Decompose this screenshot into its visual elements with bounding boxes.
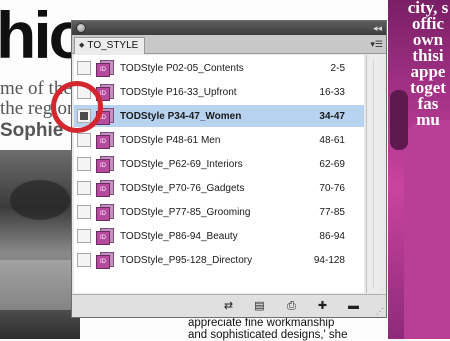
indesign-document-icon: ID	[96, 179, 116, 197]
scrollbar[interactable]	[366, 55, 380, 293]
body-copy: appreciate fine workmanship and sophisti…	[188, 317, 348, 341]
document-name: TODStyle_P62-69_Interiors	[120, 158, 243, 170]
visibility-checkbox[interactable]	[77, 157, 91, 171]
portrait-photo	[0, 150, 80, 339]
list-item[interactable]: ID TODStyle P02-05_Contents 2-5	[74, 57, 364, 79]
remove-document-icon[interactable]: ▬	[347, 300, 360, 313]
document-name: TODStyle_P77-85_Grooming	[120, 206, 251, 218]
visibility-checkbox[interactable]	[77, 253, 91, 267]
document-name: TODStyle P16-33_Upfront	[120, 86, 237, 98]
page-range: 77-85	[319, 206, 345, 218]
list-item[interactable]: ID TODStyle_P86-94_Beauty 86-94	[74, 225, 364, 247]
indesign-document-icon: ID	[96, 59, 116, 77]
tab-to-style[interactable]: ◆ TO_STYLE	[74, 37, 146, 54]
close-circle-icon[interactable]	[76, 23, 86, 33]
tab-strip: ◆ TO_STYLE ▾☰	[72, 35, 386, 54]
page-range: 34-47	[319, 110, 345, 122]
visibility-checkbox[interactable]	[77, 181, 91, 195]
tab-label: TO_STYLE	[87, 40, 139, 51]
page-range: 16-33	[319, 86, 345, 98]
page-range: 2-5	[330, 62, 345, 74]
red-annotation-circle	[51, 81, 103, 133]
add-document-icon[interactable]: ✚	[316, 300, 329, 313]
list-item[interactable]: ID TODStyle P16-33_Upfront 16-33	[74, 81, 364, 103]
panel-bottom-bar: ⇄ ▤ ⎙ ✚ ▬ ⋰	[72, 294, 386, 317]
book-panel: ◂◂ ◆ TO_STYLE ▾☰ ID TODStyle P02-05_Conte…	[71, 20, 387, 318]
magenta-overlay-text: city, s offic own thisi appe toget fas m…	[407, 0, 449, 129]
deck-name: Sophie	[0, 120, 64, 141]
list-item[interactable]: ID TODStyle P48-61 Men 48-61	[74, 129, 364, 151]
resize-grip-icon[interactable]: ⋰	[376, 307, 384, 316]
list-item[interactable]: ID TODStyle_P95-128_Directory 94-128	[74, 249, 364, 271]
document-name: TODStyle P48-61 Men	[120, 134, 221, 146]
print-icon[interactable]: ⎙	[285, 300, 298, 313]
visibility-checkbox[interactable]	[77, 229, 91, 243]
list-item[interactable]: ID TODStyle_P77-85_Grooming 77-85	[74, 201, 364, 223]
visibility-checkbox[interactable]	[77, 205, 91, 219]
document-list: ID TODStyle P02-05_Contents 2-5 ID TODStyle …	[74, 55, 364, 293]
indesign-document-icon: ID	[96, 155, 116, 173]
document-name: TODStyle P34-47_Women	[120, 110, 242, 122]
synchronize-icon[interactable]: ⇄	[222, 300, 235, 313]
page-range: 70-76	[319, 182, 345, 194]
panel-menu-icon[interactable]: ▾☰	[370, 39, 383, 49]
page-range: 62-69	[319, 158, 345, 170]
list-item[interactable]: ID TODStyle_P70-76_Gadgets 70-76	[74, 177, 364, 199]
document-name: TODStyle_P95-128_Directory	[120, 254, 253, 266]
list-item[interactable]: ID TODStyle_P62-69_Interiors 62-69	[74, 153, 364, 175]
panel-titlebar[interactable]: ◂◂	[72, 21, 386, 35]
document-name: TODStyle_P86-94_Beauty	[120, 230, 238, 242]
indesign-document-icon: ID	[96, 227, 116, 245]
page-range: 48-61	[319, 134, 345, 146]
indesign-document-icon: ID	[96, 203, 116, 221]
visibility-checkbox[interactable]	[77, 133, 91, 147]
list-item[interactable]: ID TODStyle P34-47_Women 34-47	[74, 105, 364, 127]
document-name: TODStyle_P70-76_Gadgets	[120, 182, 245, 194]
document-name: TODStyle P02-05_Contents	[120, 62, 244, 74]
indesign-document-icon: ID	[96, 251, 116, 269]
visibility-checkbox[interactable]	[77, 61, 91, 75]
page-range: 94-128	[313, 254, 345, 266]
save-icon[interactable]: ▤	[253, 300, 266, 313]
chevron-updown-icon: ◆	[79, 42, 85, 49]
indesign-document-icon: ID	[96, 131, 116, 149]
double-chevron-icon[interactable]: ◂◂	[373, 22, 382, 34]
page-range: 86-94	[319, 230, 345, 242]
